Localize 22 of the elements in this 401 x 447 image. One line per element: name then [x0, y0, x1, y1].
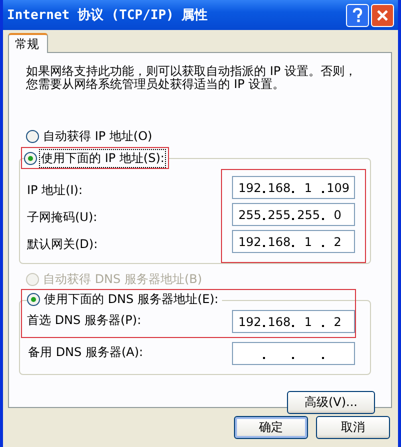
radio-button[interactable] — [24, 152, 37, 164]
field-label: 默认网关(D): — [27, 236, 98, 253]
cancel-button[interactable]: 取消 — [316, 416, 390, 439]
ip-address-field[interactable]: 192 168 1 2 — [232, 310, 355, 333]
field-label: IP 地址(I): — [27, 182, 84, 199]
ip-address-field[interactable]: 192 168 1 109 — [232, 176, 355, 199]
field-label: 首选 DNS 服务器(P): — [27, 312, 142, 329]
ip-address-field[interactable]: 192 168 1 2 — [232, 230, 355, 253]
close-button[interactable] — [371, 4, 394, 26]
ok-button[interactable]: 确定 — [234, 416, 308, 439]
radio-button[interactable] — [26, 130, 39, 142]
field-label: 子网掩码(U): — [27, 209, 98, 226]
radio-button[interactable] — [27, 292, 40, 306]
field-label: 备用 DNS 服务器(A): — [28, 344, 144, 361]
window-title: Internet 协议 (TCP/IP) 属性 — [7, 6, 209, 24]
ip-address-field[interactable]: 255 255 255 0 — [232, 203, 355, 226]
advanced-button[interactable]: 高级(V)... — [287, 391, 375, 414]
tab[interactable]: 常规 — [8, 33, 48, 53]
ip-address-field[interactable] — [232, 342, 355, 365]
radio-label[interactable]: 自动获得 IP 地址(O) — [42, 128, 154, 144]
description-text: 如果网络支持此功能，则可以获取自动指派的 IP 设置。否则，您需要从网络系统管理员处获得适当的 IP 设置。 — [26, 65, 358, 91]
help-button[interactable] — [346, 4, 369, 26]
